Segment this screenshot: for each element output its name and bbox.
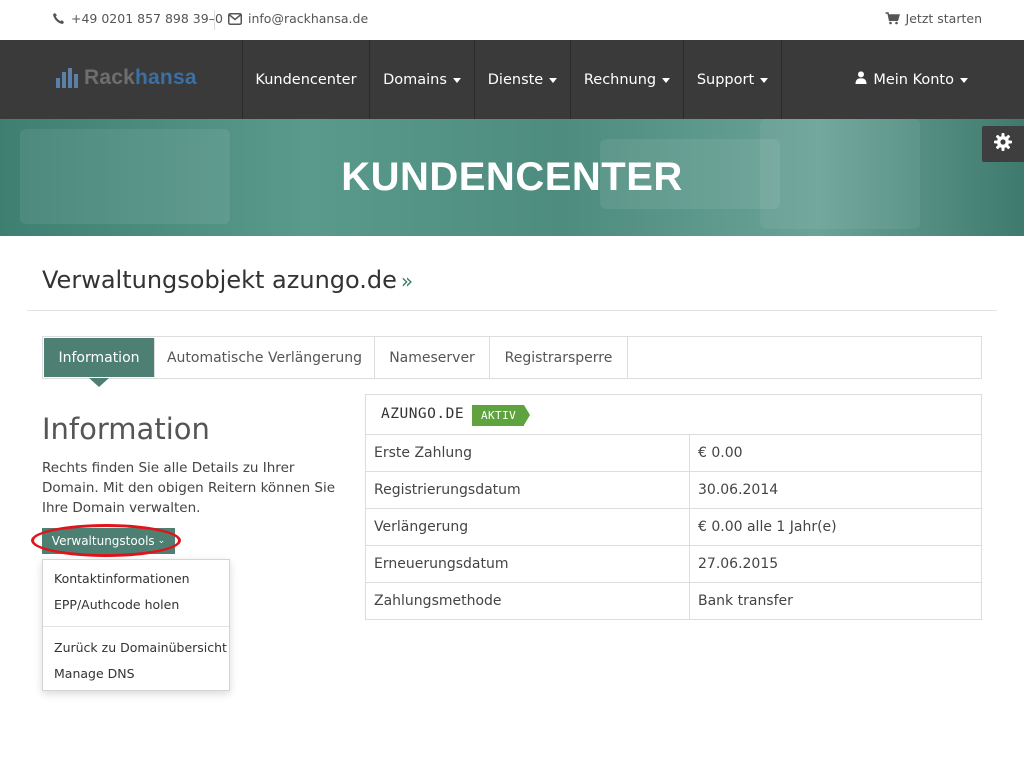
hero-banner: KUNDENCENTER [0,119,1024,236]
detail-row: Zahlungsmethode Bank transfer [366,583,981,620]
nav-domains[interactable]: Domains [369,40,474,119]
main-navbar: Rackhansa Kundencenter Domains Dienste R… [0,40,1024,119]
page-title: Verwaltungsobjekt azungo.de» [42,266,414,294]
domain-tabs: Information Automatische Verlängerung Na… [42,336,982,379]
detail-key: Zahlungsmethode [374,593,502,609]
management-tools-button[interactable]: Verwaltungstools ⌄ [42,528,175,554]
account-label: Mein Konto [873,71,954,88]
active-tab-pointer [89,378,109,387]
caret-down-icon [549,78,558,83]
information-description: Rechts finden Sie alle Details zu Ihrer … [42,460,336,516]
banner-title: KUNDENCENTER [341,155,683,199]
topbar-divider [214,10,215,30]
detail-value: 27.06.2015 [698,556,779,572]
email-link[interactable]: info@rackhansa.de [228,11,368,26]
tab-label: Information [58,349,140,366]
account-menu[interactable]: Mein Konto [855,40,968,119]
detail-row: Erneuerungsdatum 27.06.2015 [366,546,981,583]
tab-auto-renewal[interactable]: Automatische Verlängerung [155,337,375,378]
management-tools-menu: Kontaktinformationen EPP/Authcode holen … [42,559,230,691]
top-contact-bar: +49 0201 857 898 39–0 info@rackhansa.de … [0,0,1024,40]
detail-key: Erneuerungsdatum [374,556,509,572]
menu-item-epp-code[interactable]: EPP/Authcode holen [54,597,179,612]
get-started-label: Jetzt starten [905,11,982,26]
get-started-link[interactable]: Jetzt starten [885,11,982,26]
detail-row: Erste Zahlung € 0.00 [366,435,981,472]
menu-item-manage-dns[interactable]: Manage DNS [54,666,135,681]
cart-icon [885,12,900,25]
menu-item-contact-info[interactable]: Kontaktinformationen [54,571,190,586]
caret-down-icon [760,78,769,83]
nav-kundencenter[interactable]: Kundencenter [242,40,369,119]
tab-label: Registrarsperre [504,349,613,366]
caret-down-icon [960,78,968,83]
title-divider [27,310,997,311]
tab-label: Automatische Verlängerung [166,349,363,366]
detail-value: 30.06.2014 [698,482,779,498]
domain-name: AZUNGO.DE [381,406,465,422]
nav-label: Domains [383,71,447,88]
detail-value: € 0.00 [698,445,743,461]
caret-down-icon [662,78,671,83]
phone-link[interactable]: +49 0201 857 898 39–0 [52,11,223,26]
rackhansa-logo[interactable]: Rackhansa [56,66,197,90]
chevron-down-icon: ⌄ [157,536,166,546]
panel-header: AZUNGO.DE AKTIV [366,395,981,435]
status-badge: AKTIV [472,405,531,426]
nav-dienste[interactable]: Dienste [474,40,570,119]
menu-divider [43,626,229,627]
nav-support[interactable]: Support [683,40,781,119]
phone-icon [52,12,65,25]
detail-value: Bank transfer [698,593,793,609]
nav-rechnung[interactable]: Rechnung [570,40,683,119]
settings-toggle[interactable] [982,126,1024,162]
phone-number: +49 0201 857 898 39–0 [71,11,223,26]
tab-information[interactable]: Information [44,338,155,377]
nav-label: Dienste [487,71,544,88]
domain-details-panel: AZUNGO.DE AKTIV Erste Zahlung € 0.00 Reg… [365,394,982,620]
title-chevron: » [400,269,414,293]
detail-row: Verlängerung € 0.00 alle 1 Jahr(e) [366,509,981,546]
nav-divider [781,40,782,119]
menu-item-back-to-domains[interactable]: Zurück zu Domainübersicht [54,640,227,655]
user-icon [855,71,867,88]
tools-label: Verwaltungstools [51,534,155,548]
logo-wordmark: Rackhansa [84,66,197,89]
information-heading: Information [42,412,210,446]
detail-value: € 0.00 alle 1 Jahr(e) [698,519,837,535]
detail-row: Registrierungsdatum 30.06.2014 [366,472,981,509]
logo-bars-icon [56,68,78,88]
detail-key: Erste Zahlung [374,445,473,461]
detail-key: Verlängerung [374,519,469,535]
tab-label: Nameserver [389,349,475,366]
nav-label: Rechnung [583,71,657,88]
detail-key: Registrierungsdatum [374,482,521,498]
gear-icon [993,132,1013,156]
nav-label: Kundencenter [255,71,357,88]
email-address: info@rackhansa.de [248,11,369,26]
tab-nameserver[interactable]: Nameserver [375,337,490,378]
tab-registrar-lock[interactable]: Registrarsperre [490,337,628,378]
nav-label: Support [696,71,755,88]
caret-down-icon [452,78,461,83]
envelope-icon [228,12,242,25]
